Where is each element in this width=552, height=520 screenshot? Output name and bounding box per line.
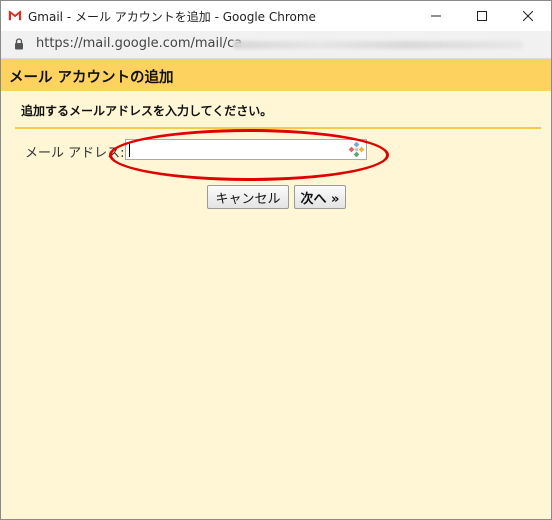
window-title: Gmail - メール アカウントを追加 - Google Chrome	[28, 10, 316, 24]
gmail-icon	[8, 10, 22, 21]
maximize-button[interactable]	[459, 1, 505, 31]
instruction-text: 追加するメールアドレスを入力してください。	[21, 104, 273, 118]
annotation-ellipse	[109, 129, 389, 181]
add-account-dialog: メール アカウントの追加 追加するメールアドレスを入力してください。 メール ア…	[1, 59, 551, 519]
url-obscured-region	[233, 41, 523, 49]
maximize-icon	[477, 11, 487, 21]
dialog-title: メール アカウントの追加	[9, 70, 174, 86]
browser-window: Gmail - メール アカウントを追加 - Google Chrome htt…	[0, 0, 552, 520]
dialog-header: メール アカウントの追加	[1, 59, 551, 91]
minimize-icon	[431, 15, 441, 17]
url-text[interactable]: https://mail.google.com/mail/ca	[36, 36, 242, 51]
address-bar[interactable]: https://mail.google.com/mail/ca	[1, 31, 551, 59]
minimize-button[interactable]	[413, 1, 459, 31]
close-icon	[523, 11, 533, 21]
next-button[interactable]: 次へ »	[294, 185, 346, 209]
title-bar: Gmail - メール アカウントを追加 - Google Chrome	[1, 1, 551, 31]
cancel-button[interactable]: キャンセル	[207, 185, 289, 209]
close-button[interactable]	[505, 1, 551, 31]
lock-icon	[15, 38, 23, 50]
